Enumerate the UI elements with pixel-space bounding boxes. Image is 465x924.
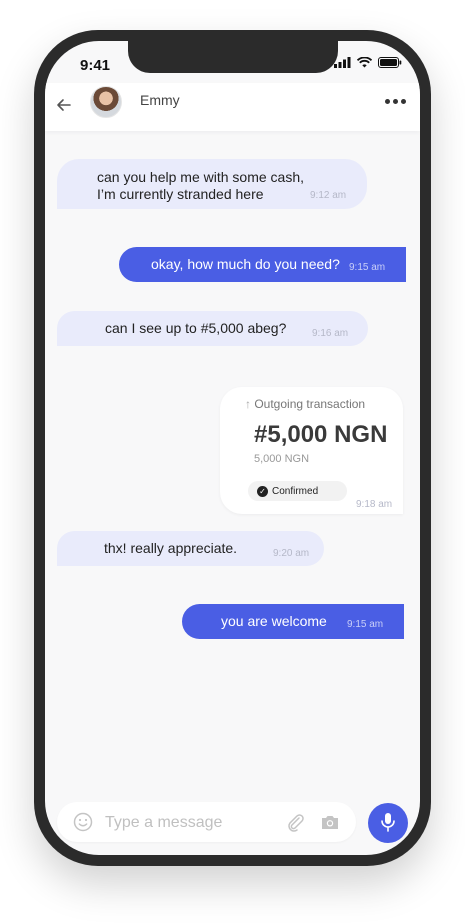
arrow-up-icon: ↑	[245, 397, 251, 411]
contact-name[interactable]: Emmy	[140, 92, 180, 108]
check-icon: ✓	[257, 485, 268, 497]
message-text-line: I’m currently stranded here	[97, 186, 264, 202]
camera-icon[interactable]	[320, 813, 340, 831]
transaction-card[interactable]: ↑ Outgoing transaction #5,000 NGN 5,000 …	[220, 387, 403, 514]
message-input[interactable]	[103, 809, 277, 837]
message-text: okay, how much do you need?	[151, 256, 340, 272]
transaction-sub-amount: 5,000 NGN	[254, 453, 310, 465]
message-time: 9:15 am	[349, 262, 386, 273]
message-time: 9:16 am	[312, 328, 349, 339]
message-time: 9:18 am	[356, 499, 393, 510]
back-arrow-icon[interactable]	[55, 96, 73, 114]
status-text: Confirmed	[272, 485, 319, 497]
microphone-button[interactable]	[368, 803, 408, 843]
avatar[interactable]	[90, 86, 122, 118]
chat-header: Emmy	[45, 83, 420, 131]
message-time: 9:20 am	[273, 548, 310, 559]
message-time: 9:15 am	[347, 619, 384, 630]
message-time: 9:12 am	[310, 190, 347, 201]
emoji-icon[interactable]	[73, 812, 93, 832]
microphone-icon	[381, 813, 395, 832]
message-text: thx! really appreciate.	[104, 540, 238, 556]
attachment-icon[interactable]	[285, 812, 305, 832]
wifi-icon	[357, 57, 372, 68]
status-badge: ✓ Confirmed	[248, 481, 347, 501]
signal-icon	[334, 57, 351, 68]
message-incoming[interactable]: can I see up to #5,000 abeg? 9:16 am	[57, 311, 368, 346]
battery-icon	[378, 57, 402, 68]
more-icon[interactable]	[385, 99, 406, 104]
message-outgoing[interactable]: you are welcome 9:15 am	[182, 604, 404, 639]
message-text-line: can you help me with some cash,	[97, 169, 304, 185]
chat-screen: 9:41 Emmy can you help me with some cash…	[45, 41, 420, 855]
status-time: 9:41	[80, 57, 111, 74]
message-composer	[57, 802, 356, 842]
transaction-label: Outgoing transaction	[254, 397, 366, 411]
message-text: you are welcome	[221, 613, 327, 629]
message-outgoing[interactable]: okay, how much do you need? 9:15 am	[119, 247, 406, 282]
message-incoming[interactable]: can you help me with some cash, I’m curr…	[57, 159, 367, 209]
status-icons	[334, 57, 402, 68]
message-text: can I see up to #5,000 abeg?	[105, 320, 287, 336]
transaction-header: ↑ Outgoing transaction	[245, 397, 365, 411]
notch	[128, 41, 338, 73]
phone-frame: 9:41 Emmy can you help me with some cash…	[34, 30, 431, 866]
message-incoming[interactable]: thx! really appreciate. 9:20 am	[57, 531, 324, 566]
transaction-amount: #5,000 NGN	[254, 421, 388, 448]
